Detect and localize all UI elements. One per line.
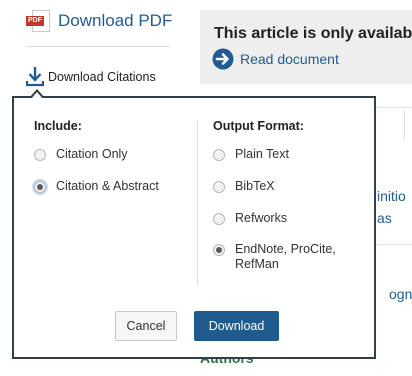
option-label: Citation Only [56, 147, 128, 161]
radio-button[interactable] [213, 244, 225, 256]
download-citations-dialog: Include: Citation Only Citation & Abstra… [12, 89, 376, 359]
radio-button[interactable] [213, 213, 225, 225]
access-notice: This article is only availab Read docume… [200, 10, 412, 84]
option-label: Citation & Abstract [56, 179, 159, 193]
background-link-fragment[interactable]: ognit [389, 286, 412, 302]
notice-title: This article is only availab [214, 25, 412, 42]
download-pdf-label: Download PDF [58, 11, 173, 30]
option-citation-and-abstract[interactable]: Citation & Abstract [34, 179, 159, 194]
radio-button[interactable] [34, 181, 46, 193]
option-label: EndNote, ProCite, RefMan [235, 242, 336, 271]
download-pdf-link[interactable]: PDF Download PDF [26, 8, 172, 34]
download-citations-label: Download Citations [48, 70, 156, 84]
pdf-icon: PDF [26, 10, 50, 32]
radio-button[interactable] [213, 181, 225, 193]
arrow-right-circle-icon [212, 48, 234, 70]
option-label: Plain Text [235, 147, 289, 161]
option-refworks[interactable]: Refworks [213, 211, 287, 226]
background-link-fragment[interactable]: initio [377, 188, 406, 204]
option-label: Refworks [235, 211, 288, 225]
sidebar-divider [26, 46, 170, 47]
output-format-heading: Output Format: [213, 119, 304, 133]
radio-button[interactable] [34, 149, 46, 161]
read-document-link[interactable]: Read document [212, 48, 339, 70]
column-separator [197, 120, 198, 286]
download-icon [26, 67, 44, 87]
download-citations-link[interactable]: Download Citations [26, 66, 156, 88]
download-button[interactable]: Download [194, 311, 279, 341]
background-link-fragment[interactable]: as [377, 210, 392, 226]
read-document-label: Read document [240, 51, 339, 67]
option-label: BibTeX [235, 179, 275, 193]
option-endnote-procite-refman[interactable]: EndNote, ProCite, RefMan [213, 242, 353, 272]
content-divider [404, 110, 405, 140]
cancel-button[interactable]: Cancel [115, 311, 177, 341]
option-bibtex[interactable]: BibTeX [213, 179, 275, 194]
include-heading: Include: [34, 119, 82, 133]
option-plain-text[interactable]: Plain Text [213, 147, 289, 162]
option-citation-only[interactable]: Citation Only [34, 147, 128, 162]
radio-button[interactable] [213, 149, 225, 161]
